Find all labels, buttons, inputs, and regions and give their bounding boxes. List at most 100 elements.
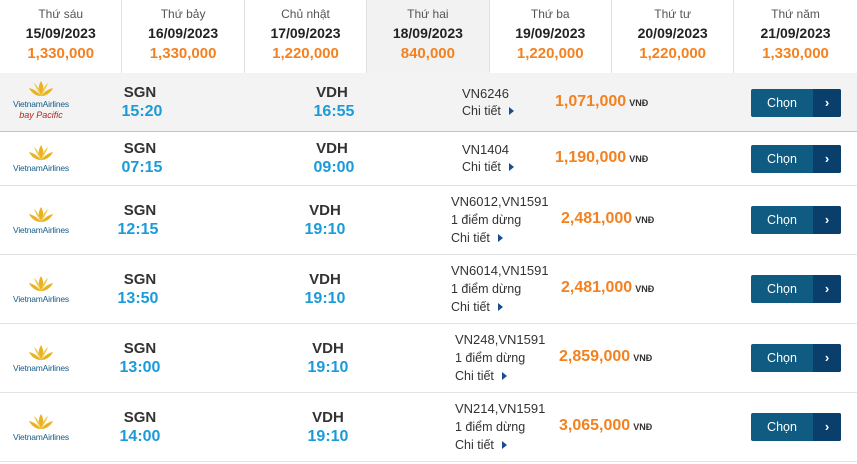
airline-logo: VietnamAirlines	[6, 344, 76, 373]
date-tab-price: 1,330,000	[149, 45, 217, 62]
flight-row: VietnamAirlines SGN 13:50 VDH 19:10 VN60…	[0, 255, 857, 324]
flight-row: VietnamAirlines SGN 07:15 VDH 09:00 VN14…	[0, 132, 857, 186]
flight-details-link[interactable]: Chi tiết	[455, 369, 507, 383]
chevron-right-icon: ›	[813, 89, 841, 117]
select-flight-button[interactable]: Chọn ›	[751, 206, 841, 234]
airline-sub: bay Pacific	[19, 110, 63, 120]
flight-details-link[interactable]: Chi tiết	[451, 300, 503, 314]
date-tab-day: Chủ nhật	[281, 7, 330, 21]
flight-row: VietnamAirlines SGN 12:15 VDH 19:10 VN60…	[0, 186, 857, 255]
departure-airport: SGN	[123, 202, 157, 219]
date-tab-date: 19/09/2023	[515, 25, 586, 41]
lotus-icon	[29, 81, 53, 96]
airline-name: VietnamAirlines	[13, 163, 69, 173]
departure-time: 14:00	[119, 428, 161, 445]
date-tab-1[interactable]: Thứ sáu 15/09/2023 1,330,000	[0, 0, 123, 73]
departure-airport: SGN	[123, 409, 157, 426]
lotus-icon	[29, 345, 53, 360]
flight-details-link[interactable]: Chi tiết	[462, 104, 514, 118]
triangle-right-icon	[501, 372, 507, 380]
select-flight-button[interactable]: Chọn ›	[751, 275, 841, 303]
fare-price: 1,190,000 VNĐ	[555, 149, 648, 167]
flight-list: VietnamAirlines bay Pacific SGN 15:20 VD…	[0, 73, 857, 462]
fare-price: 3,065,000 VNĐ	[559, 417, 652, 435]
select-flight-button[interactable]: Chọn ›	[751, 413, 841, 441]
flight-row: VietnamAirlines SGN 13:00 VDH 19:10 VN24…	[0, 324, 857, 393]
flight-number: VN6246	[462, 86, 509, 101]
arrival-time: 19:10	[304, 221, 346, 238]
airline-name: VietnamAirlines	[13, 294, 69, 304]
detail-label: Chi tiết	[455, 369, 494, 383]
fare-amount: 3,065,000	[559, 417, 631, 434]
arrival-time: 19:10	[307, 428, 349, 445]
triangle-right-icon	[508, 163, 514, 171]
date-tab-6[interactable]: Thứ tư 20/09/2023 1,220,000	[611, 0, 735, 73]
flight-row: VietnamAirlines SGN 14:00 VDH 19:10 VN21…	[0, 393, 857, 462]
triangle-right-icon	[497, 234, 503, 242]
select-flight-button[interactable]: Chọn ›	[751, 89, 841, 117]
stop-count: 1 điểm dừng	[451, 213, 522, 227]
date-tab-date: 16/09/2023	[148, 25, 219, 41]
departure-airport: SGN	[123, 140, 157, 157]
chevron-right-icon: ›	[813, 275, 841, 303]
departure-time: 15:20	[121, 103, 163, 120]
arrival-airport: VDH	[316, 84, 348, 101]
select-flight-button[interactable]: Chọn ›	[751, 344, 841, 372]
date-tab-4-selected[interactable]: Thứ hai 18/09/2023 840,000	[367, 0, 490, 73]
date-tab-day: Thứ bảy	[160, 7, 206, 21]
detail-label: Chi tiết	[462, 104, 501, 118]
date-tab-7[interactable]: Thứ năm 21/09/2023 1,330,000	[734, 0, 857, 73]
date-tab-5[interactable]: Thứ ba 19/09/2023 1,220,000	[489, 0, 612, 73]
date-tab-3[interactable]: Chủ nhật 17/09/2023 1,220,000	[244, 0, 368, 73]
departure-airport: SGN	[123, 271, 157, 288]
date-tab-price: 1,220,000	[272, 45, 339, 62]
date-tab-price: 1,330,000	[762, 45, 829, 62]
arrival-time: 19:10	[307, 359, 349, 376]
departure-time: 13:00	[119, 359, 161, 376]
airline-logo: VietnamAirlines	[6, 413, 76, 442]
detail-label: Chi tiết	[451, 300, 490, 314]
lotus-icon	[29, 145, 53, 160]
date-tab-date: 17/09/2023	[270, 25, 341, 41]
date-tab-day: Thứ tư	[654, 7, 692, 21]
departure-airport: SGN	[123, 340, 157, 357]
flight-details-link[interactable]: Chi tiết	[462, 160, 514, 174]
fare-currency: VNĐ	[629, 154, 649, 164]
flight-number: VN214,VN1591	[455, 401, 546, 416]
flight-number: VN6012,VN1591	[451, 194, 549, 209]
date-tab-price: 1,220,000	[639, 45, 707, 62]
triangle-right-icon	[497, 303, 503, 311]
triangle-right-icon	[501, 441, 507, 449]
departure-time: 12:15	[117, 221, 159, 238]
airline-name: VietnamAirlines	[13, 432, 69, 442]
detail-label: Chi tiết	[462, 160, 501, 174]
airline-name: VietnamAirlines	[13, 225, 69, 235]
arrival-airport: VDH	[309, 202, 341, 219]
airline-logo: VietnamAirlines	[6, 275, 76, 304]
arrival-airport: VDH	[312, 409, 344, 426]
select-flight-button[interactable]: Chọn ›	[751, 145, 841, 173]
flight-row: VietnamAirlines bay Pacific SGN 15:20 VD…	[0, 73, 857, 132]
arrival-time: 16:55	[313, 103, 355, 120]
arrival-airport: VDH	[312, 340, 344, 357]
date-tab-date: 18/09/2023	[392, 25, 463, 41]
fare-price: 2,481,000 VNĐ	[561, 210, 654, 228]
flight-details-link[interactable]: Chi tiết	[455, 438, 507, 452]
select-button-label: Chọn	[767, 152, 797, 166]
date-tab-date: 15/09/2023	[25, 25, 96, 41]
fare-price: 2,481,000 VNĐ	[561, 279, 654, 297]
flight-details-link[interactable]: Chi tiết	[451, 231, 503, 245]
detail-label: Chi tiết	[455, 438, 494, 452]
date-tab-2[interactable]: Thứ bảy 16/09/2023 1,330,000	[122, 0, 245, 73]
flight-number: VN248,VN1591	[455, 332, 546, 347]
date-tab-price: 1,220,000	[516, 45, 584, 62]
departure-time: 07:15	[121, 159, 163, 176]
flight-number: VN6014,VN1591	[451, 263, 549, 278]
triangle-right-icon	[508, 107, 514, 115]
fare-price: 1,071,000 VNĐ	[555, 93, 648, 111]
date-tab-day: Thứ năm	[771, 7, 820, 21]
airline-logo: VietnamAirlines	[6, 206, 76, 235]
airline-name: VietnamAirlines	[13, 99, 69, 109]
arrival-airport: VDH	[309, 271, 341, 288]
date-tab-price: 840,000	[400, 45, 455, 62]
